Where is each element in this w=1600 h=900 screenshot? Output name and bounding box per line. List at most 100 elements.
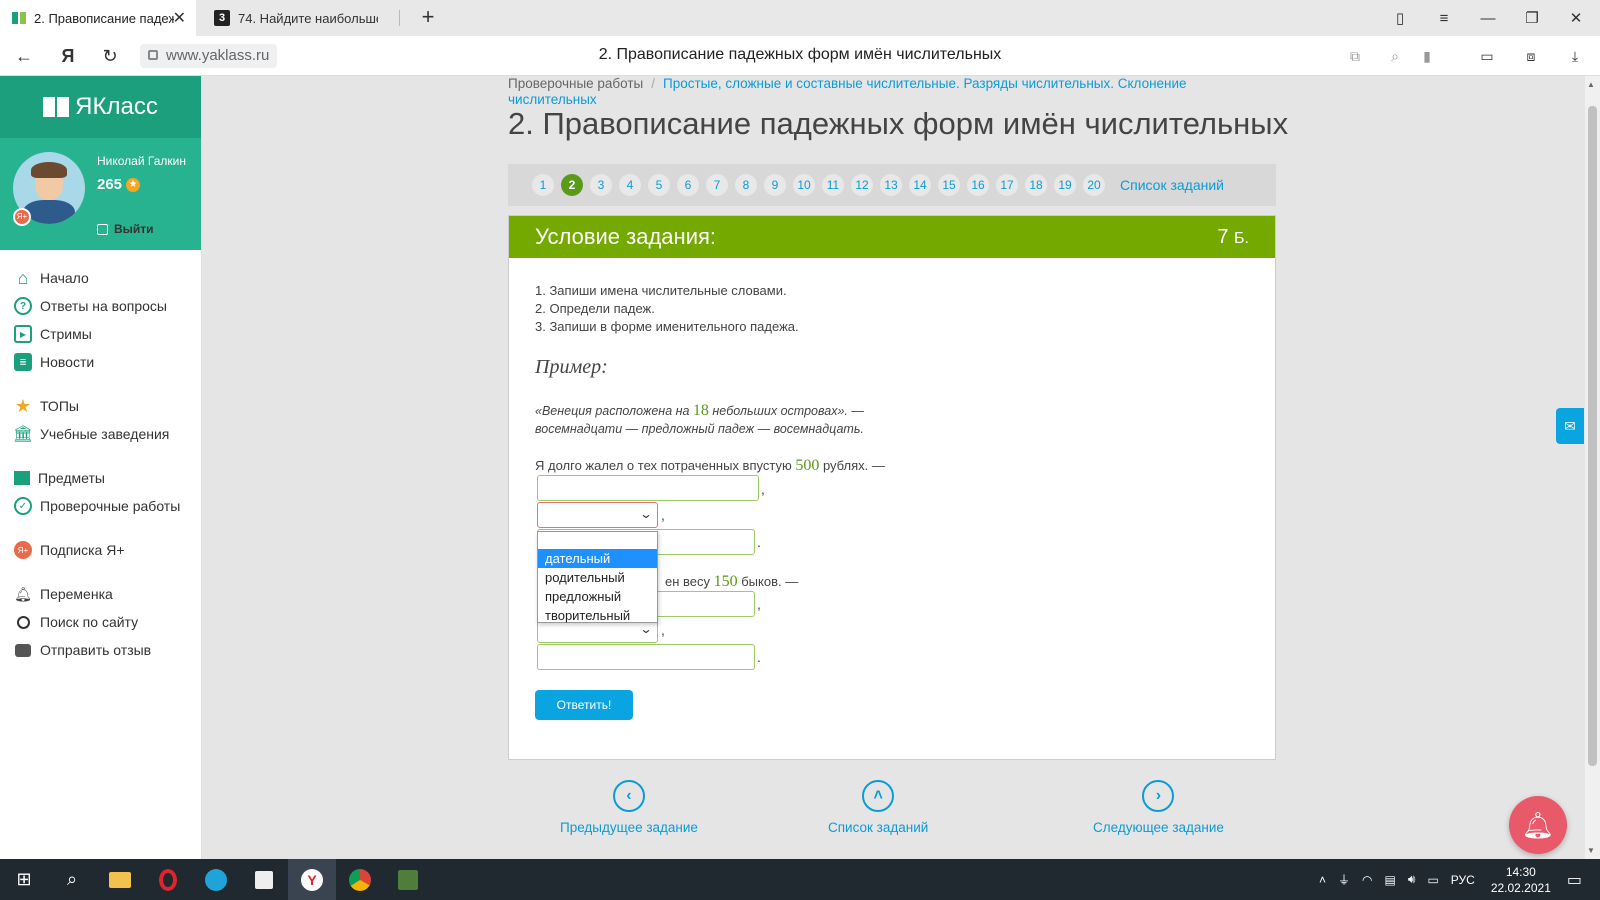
store-icon[interactable] — [240, 859, 288, 900]
search-icon[interactable]: ⌕ — [1384, 45, 1406, 67]
dropdown-option[interactable]: дательный — [538, 549, 657, 568]
clock[interactable]: 14:30 22.02.2021 — [1491, 864, 1551, 896]
sidebar-item-news[interactable]: ≣ Новости — [0, 348, 201, 376]
site-favicon-icon: 3 — [214, 10, 230, 26]
pager-page[interactable]: 4 — [619, 174, 641, 196]
logo[interactable]: ЯКласс — [0, 76, 201, 138]
tab-yaklass[interactable]: 2. Правописание падеж ✕ — [0, 0, 196, 36]
dropdown-option[interactable]: предложный — [538, 587, 657, 606]
wifi-icon[interactable]: ◠ — [1362, 873, 1372, 887]
usb-icon[interactable]: ⏚ — [1338, 871, 1350, 888]
pager-page[interactable]: 5 — [648, 174, 670, 196]
task-list-link[interactable]: Список заданий — [1120, 177, 1224, 193]
bookmark-icon[interactable]: ▮ — [1416, 45, 1438, 67]
submit-button[interactable]: Ответить! — [535, 690, 633, 720]
sidebar-item-label: Предметы — [38, 470, 105, 486]
pager-page[interactable]: 12 — [851, 174, 873, 196]
file-explorer-icon[interactable] — [96, 859, 144, 900]
pager-page[interactable]: 10 — [793, 174, 815, 196]
copy-icon[interactable]: ⧉ — [1344, 45, 1366, 67]
building-icon: 🏛 — [12, 426, 34, 443]
pager-page[interactable]: 9 — [764, 174, 786, 196]
network-icon[interactable]: ▤ — [1385, 873, 1396, 887]
chrome-icon[interactable] — [336, 859, 384, 900]
notifications-icon[interactable]: ▭ — [1567, 870, 1582, 890]
pager-page[interactable]: 6 — [677, 174, 699, 196]
yandex-icon[interactable]: Я — [56, 44, 80, 68]
sidebar-item-tops[interactable]: ★ ТОПы — [0, 392, 201, 420]
download-icon[interactable]: ⤓ — [1564, 45, 1586, 67]
scroll-down-icon[interactable]: ▼ — [1587, 846, 1595, 855]
scrollbar-thumb[interactable] — [1588, 106, 1597, 766]
next-task-link[interactable]: › Следующее задание — [1093, 780, 1224, 835]
sidebar-item-label: Переменка — [40, 586, 113, 602]
breadcrumb: Проверочные работы / Простые, сложные и со… — [508, 76, 1187, 107]
sidebar-item-subjects[interactable]: Предметы — [0, 464, 201, 492]
pager-page[interactable]: 8 — [735, 174, 757, 196]
notification-bell-icon[interactable]: 🔔︎ — [1509, 796, 1567, 854]
sidebar-item-subscription[interactable]: Я+ Подписка Я+ — [0, 536, 201, 564]
language-indicator[interactable]: РУС — [1451, 873, 1475, 887]
bookmarks-icon[interactable]: ▯ — [1378, 0, 1422, 36]
new-tab-button[interactable]: + — [416, 6, 440, 30]
sidebar-item-search[interactable]: Поиск по сайту — [0, 608, 201, 636]
mail-icon[interactable]: ✉ — [1556, 408, 1584, 444]
pager-page[interactable]: 3 — [590, 174, 612, 196]
minecraft-icon[interactable] — [384, 859, 432, 900]
start-icon[interactable]: ⊞ — [0, 859, 48, 900]
opera-icon[interactable] — [144, 859, 192, 900]
pager-page[interactable]: 11 — [822, 174, 844, 196]
task-list-link[interactable]: ˄ Список заданий — [828, 780, 928, 835]
reload-button[interactable]: ↻ — [98, 44, 122, 68]
logout-link[interactable]: Выйти — [97, 222, 154, 236]
my-profile-link[interactable]: Мой профиль — [97, 264, 197, 278]
nominative-input-2[interactable] — [537, 644, 755, 670]
pager-page[interactable]: 19 — [1054, 174, 1076, 196]
menu-icon[interactable]: ≡ — [1422, 0, 1466, 36]
dropdown-option[interactable]: творительный — [538, 606, 657, 625]
pager-page[interactable]: 18 — [1025, 174, 1047, 196]
page-scrollbar[interactable]: ▲ ▼ — [1585, 76, 1600, 859]
sidebar-item-feedback[interactable]: Отправить отзыв — [0, 636, 201, 664]
search-icon[interactable]: ⌕ — [48, 859, 96, 900]
pager-page[interactable]: 7 — [706, 174, 728, 196]
pager-page[interactable]: 20 — [1083, 174, 1105, 196]
points-unit: Б. — [1234, 229, 1249, 247]
dropdown-option-empty[interactable] — [538, 532, 657, 549]
close-tab-icon[interactable]: ✕ — [173, 8, 186, 28]
sidebar-item-streams[interactable]: ▶ Стримы — [0, 320, 201, 348]
task-pager: 1 2 3 4 5 6 7 8 9 10 11 12 13 14 15 16 17 18 19 20 Список за… — [508, 164, 1276, 206]
pager-page[interactable]: 15 — [938, 174, 960, 196]
restore-button[interactable]: ❐ — [1510, 0, 1554, 36]
prev-task-link[interactable]: ‹ Предыдущее задание — [560, 780, 698, 835]
close-window-button[interactable]: ✕ — [1554, 0, 1598, 36]
url-field[interactable]: www.yaklass.ru — [140, 44, 278, 68]
extensions-icon[interactable]: ⧈ — [1520, 45, 1542, 67]
pager-page[interactable]: 16 — [967, 174, 989, 196]
chevron-up-icon[interactable]: ˄ — [1319, 873, 1326, 887]
back-button[interactable]: ← — [12, 44, 36, 68]
battery-icon[interactable]: ▭ — [1427, 873, 1438, 887]
battery-icon[interactable]: ▭ — [1476, 45, 1498, 67]
sidebar-item-tests[interactable]: ✓ Проверочные работы — [0, 492, 201, 520]
sidebar-item-answers[interactable]: ? Ответы на вопросы — [0, 292, 201, 320]
scroll-up-icon[interactable]: ▲ — [1587, 80, 1595, 89]
case-select-1[interactable]: ⌄ — [537, 502, 658, 528]
sentence-pre: Я долго жалел о тех потраченных впустую — [535, 458, 796, 473]
minimize-button[interactable]: — — [1466, 0, 1510, 36]
sidebar-item-schools[interactable]: 🏛 Учебные заведения — [0, 420, 201, 448]
dropdown-option[interactable]: родительный — [538, 568, 657, 587]
pager-page[interactable]: 13 — [880, 174, 902, 196]
volume-icon[interactable]: 🔊︎ — [1408, 872, 1416, 887]
tab-other[interactable]: 3 74. Найдите наибольшее — [206, 0, 392, 36]
avatar-body — [23, 200, 75, 224]
pager-page[interactable]: 17 — [996, 174, 1018, 196]
pager-page[interactable]: 2 — [561, 174, 583, 196]
numeral-words-input-1[interactable] — [537, 475, 759, 501]
pager-page[interactable]: 14 — [909, 174, 931, 196]
breadcrumb-item[interactable]: Проверочные работы — [508, 76, 643, 91]
yandex-browser-icon[interactable]: Y — [288, 859, 336, 900]
pager-page[interactable]: 1 — [532, 174, 554, 196]
edge-icon[interactable] — [192, 859, 240, 900]
sidebar-item-break[interactable]: 🔔︎ Переменка — [0, 580, 201, 608]
